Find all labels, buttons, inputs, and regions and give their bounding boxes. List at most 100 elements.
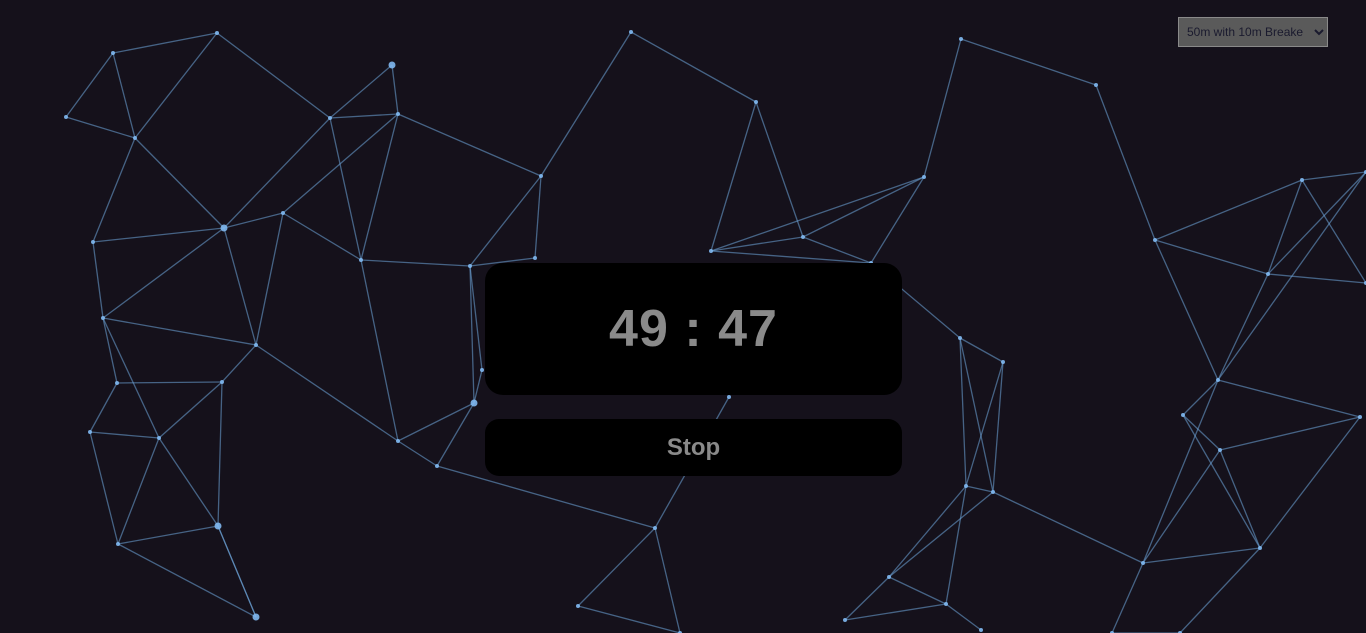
network-node bbox=[1094, 83, 1098, 87]
network-line bbox=[391, 64, 399, 115]
network-node bbox=[539, 174, 543, 178]
network-line bbox=[282, 212, 362, 261]
network-line bbox=[577, 527, 656, 607]
network-line bbox=[360, 259, 399, 442]
network-node bbox=[115, 381, 119, 385]
network-node bbox=[979, 628, 983, 632]
network-line bbox=[1301, 179, 1366, 284]
network-line bbox=[92, 137, 136, 243]
network-line bbox=[117, 543, 257, 618]
network-line bbox=[965, 361, 1004, 487]
network-line bbox=[117, 525, 219, 545]
network-line bbox=[1301, 171, 1366, 181]
network-node bbox=[843, 618, 847, 622]
network-line bbox=[92, 241, 104, 319]
network-node bbox=[1181, 413, 1185, 417]
network-line bbox=[710, 176, 925, 252]
timer-minutes: 49 bbox=[609, 300, 669, 358]
network-node bbox=[435, 464, 439, 468]
network-line bbox=[1095, 84, 1156, 241]
network-line bbox=[216, 32, 331, 119]
stop-button[interactable]: Stop bbox=[485, 419, 902, 476]
network-node bbox=[887, 575, 891, 579]
network-node bbox=[754, 100, 758, 104]
network-node bbox=[111, 51, 115, 55]
network-node bbox=[328, 116, 332, 120]
network-node bbox=[254, 343, 258, 347]
network-node bbox=[1266, 272, 1270, 276]
network-node bbox=[1358, 415, 1362, 419]
timer-separator: : bbox=[684, 300, 703, 358]
network-line bbox=[158, 437, 219, 527]
network-node bbox=[116, 542, 120, 546]
network-node bbox=[1001, 360, 1005, 364]
network-line bbox=[945, 485, 967, 605]
network-node bbox=[252, 613, 260, 621]
network-node bbox=[157, 436, 161, 440]
network-node bbox=[220, 224, 228, 232]
network-node bbox=[470, 399, 478, 407]
network-node bbox=[88, 430, 92, 434]
network-node bbox=[1216, 378, 1220, 382]
network-line bbox=[217, 525, 257, 618]
network-node bbox=[64, 115, 68, 119]
network-line bbox=[577, 605, 681, 633]
network-line bbox=[255, 212, 284, 346]
timer-seconds: 47 bbox=[718, 300, 778, 358]
network-line bbox=[1217, 273, 1269, 381]
network-line bbox=[755, 101, 804, 238]
network-line bbox=[960, 38, 1097, 86]
network-line bbox=[992, 491, 1144, 564]
network-node bbox=[91, 240, 95, 244]
network-line bbox=[1111, 562, 1144, 633]
network-line bbox=[710, 101, 757, 252]
network-line bbox=[223, 212, 284, 229]
timer-display: 49 : 47 bbox=[485, 263, 902, 395]
network-line bbox=[1267, 179, 1303, 275]
network-line bbox=[473, 369, 483, 404]
network-line bbox=[112, 32, 218, 54]
network-line bbox=[92, 227, 225, 243]
network-node bbox=[709, 249, 713, 253]
network-line bbox=[710, 236, 804, 252]
network-line bbox=[65, 52, 114, 118]
network-node bbox=[359, 258, 363, 262]
network-line bbox=[223, 227, 257, 346]
network-node bbox=[922, 175, 926, 179]
network-node bbox=[1218, 448, 1222, 452]
network-line bbox=[65, 116, 136, 139]
network-line bbox=[888, 491, 994, 578]
network-line bbox=[630, 31, 757, 103]
network-node bbox=[727, 395, 731, 399]
network-node bbox=[991, 490, 995, 494]
network-line bbox=[540, 31, 632, 177]
network-line bbox=[1182, 379, 1219, 416]
network-node bbox=[1300, 178, 1304, 182]
network-line bbox=[844, 603, 947, 621]
network-node bbox=[944, 602, 948, 606]
network-line bbox=[102, 227, 225, 319]
network-line bbox=[112, 52, 136, 139]
network-node bbox=[133, 136, 137, 140]
network-line bbox=[959, 337, 1004, 363]
network-line bbox=[89, 382, 118, 433]
network-line bbox=[888, 485, 967, 578]
network-line bbox=[221, 344, 257, 383]
network-line bbox=[397, 113, 542, 177]
timer-mode-select[interactable]: 50m with 10m Breake bbox=[1178, 17, 1328, 47]
network-line bbox=[965, 485, 994, 493]
network-line bbox=[102, 317, 118, 384]
network-line bbox=[117, 437, 160, 545]
network-node bbox=[396, 439, 400, 443]
network-line bbox=[1217, 379, 1361, 418]
network-line bbox=[992, 361, 1004, 493]
network-line bbox=[102, 317, 257, 346]
network-node bbox=[220, 380, 224, 384]
network-line bbox=[102, 317, 160, 439]
network-node bbox=[1153, 238, 1157, 242]
network-line bbox=[1142, 547, 1261, 564]
network-line bbox=[469, 175, 542, 267]
network-line bbox=[217, 381, 223, 527]
network-line bbox=[1217, 171, 1366, 381]
network-line bbox=[329, 117, 362, 261]
